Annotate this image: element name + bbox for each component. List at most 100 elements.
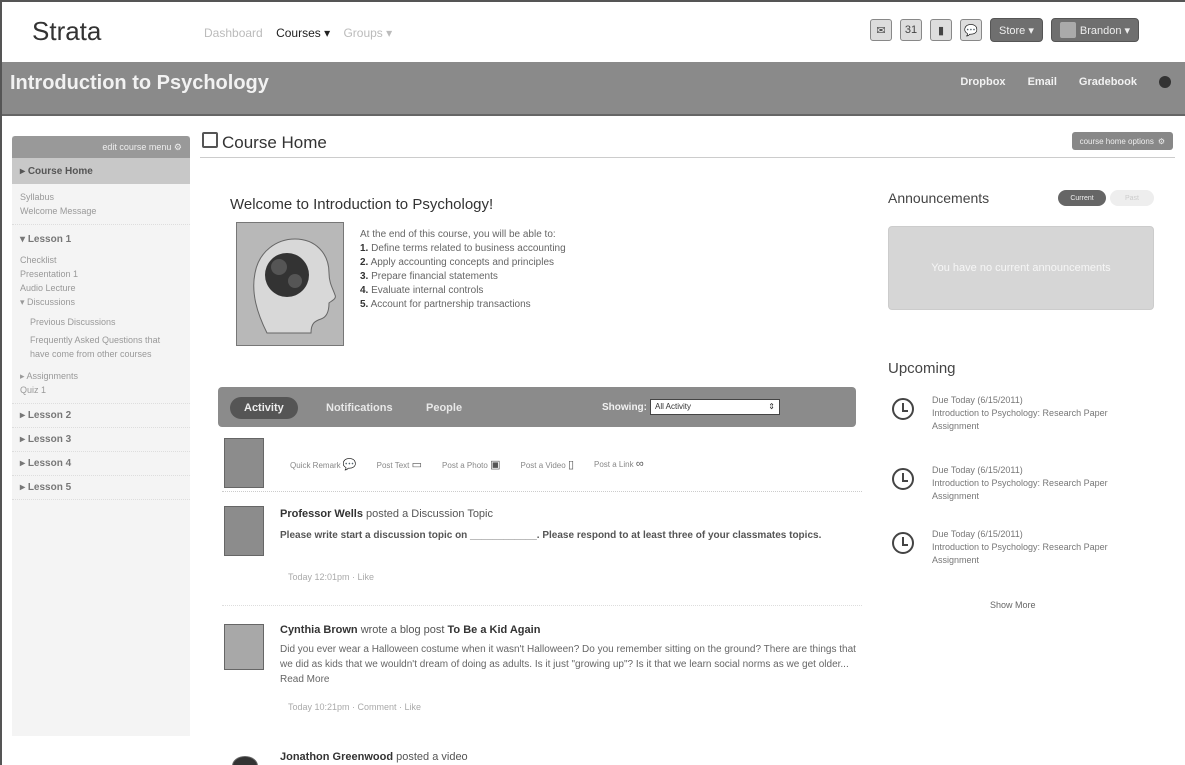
sidebar-item-lesson-4[interactable]: ▸ Lesson 4 [12,452,190,476]
clock-icon [892,532,914,554]
tab-notifications[interactable]: Notifications [326,402,393,414]
feed-action: posted a Discussion Topic [366,508,493,520]
quick-remark-button[interactable]: Quick Remark 💬 [290,458,357,471]
user-name: Brandon ▾ [1079,24,1131,37]
top-nav: Dashboard Courses ▾ Groups ▾ [204,26,402,40]
lesson-label: Lesson 4 [27,458,72,469]
lesson-label: Lesson 3 [27,434,72,445]
sidebar-item-lesson-2[interactable]: ▸ Lesson 2 [12,404,190,428]
feed-author[interactable]: Professor Wells [280,508,363,520]
sidebar-item-previous-discussions[interactable]: Previous Discussions [20,315,190,329]
sidebar-item-welcome[interactable]: Welcome Message [20,204,190,218]
feed-body: Please write start a discussion topic on… [280,530,822,541]
tab-people[interactable]: People [426,402,462,414]
sidebar-item-syllabus[interactable]: Syllabus [20,190,190,204]
post-video-button[interactable]: Post a Video ▯ [520,458,574,471]
sidebar-item-faq[interactable]: Frequently Asked Questions that have com… [20,333,180,361]
objectives-intro: At the end of this course, you will be a… [360,229,556,240]
sidebar-item-presentation[interactable]: Presentation 1 [20,267,190,281]
sidebar-item-lesson-5[interactable]: ▸ Lesson 5 [12,476,190,500]
messages-icon[interactable]: ✉ [870,19,892,41]
feed-headline: Jonathon Greenwood posted a video [280,751,468,763]
gear-icon[interactable] [1159,76,1171,88]
upcoming-item[interactable]: Due Today (6/15/2011) Introduction to Ps… [892,528,1152,572]
sidebar-item-label: Course Home [27,166,93,177]
document-icon: ▭ [411,459,423,471]
nav-courses[interactable]: Courses ▾ [276,26,330,40]
objective-text: Prepare financial statements [371,271,498,282]
post-text-button[interactable]: Post Text ▭ [377,458,422,471]
top-icons: ✉ 31 ▮ 💬 Store ▾ Brandon ▾ [870,18,1140,42]
email-link[interactable]: Email [1028,76,1057,88]
sidebar-item-checklist[interactable]: Checklist [20,253,190,267]
nav-dashboard[interactable]: Dashboard [204,26,263,40]
current-toggle[interactable]: Current [1058,190,1106,206]
feed-post-link[interactable]: To Be a Kid Again [448,624,541,636]
feed-meta[interactable]: Today 12:01pm · Like [288,572,374,582]
feed-meta[interactable]: Today 10:21pm · Comment · Like [288,702,421,712]
photo-icon: ▣ [490,459,501,471]
edit-course-menu-button[interactable]: edit course menu ⚙ [12,136,190,158]
due-date: (6/15/2011) [977,465,1023,475]
top-bar: Strata Dashboard Courses ▾ Groups ▾ ✉ 31… [2,2,1185,62]
speech-bubble-icon: 💬 [342,459,357,471]
past-toggle[interactable]: Past [1110,190,1154,206]
sidebar-item-assignments[interactable]: ▸ Assignments [20,369,190,383]
objective-text: Evaluate internal controls [371,285,484,296]
course-header: Introduction to Psychology Dropbox Email… [2,62,1185,116]
store-button[interactable]: Store ▾ [990,18,1043,42]
avatar [224,624,264,670]
sidebar-item-quiz[interactable]: Quiz 1 [20,383,190,397]
sidebar-item-lesson-3[interactable]: ▸ Lesson 3 [12,428,190,452]
brand-logo[interactable]: Strata [32,16,101,47]
feed-item: Professor Wells posted a Discussion Topi… [222,506,862,606]
options-label: course home options [1079,136,1154,146]
lesson-label: Lesson 5 [27,482,72,493]
user-menu-button[interactable]: Brandon ▾ [1050,18,1140,42]
gradebook-link[interactable]: Gradebook [1079,76,1137,88]
objective-item: 3. Prepare financial statements [360,270,566,284]
objective-item: 2. Apply accounting concepts and princip… [360,256,566,270]
objective-number: 4. [360,285,369,296]
post-link-button[interactable]: Post a Link ∞ [594,458,644,471]
objective-item: 5. Account for partnership transactions [360,298,566,312]
clock-icon [892,398,914,420]
library-icon[interactable]: ▮ [930,19,952,41]
course-home-options-button[interactable]: course home options ⚙ [1071,132,1173,150]
sidebar-item-discussions[interactable]: ▾ Discussions [20,295,190,309]
due-label: Due Today [932,395,975,405]
sidebar-item-lesson-1[interactable]: ▾ Lesson 1 [20,231,190,249]
feed-author[interactable]: Jonathon Greenwood [280,751,393,763]
chat-icon[interactable]: 💬 [960,19,982,41]
feed-author[interactable]: Cynthia Brown [280,624,358,636]
course-menu: edit course menu ⚙ ▸ Course Home Syllabu… [12,136,190,736]
dropbox-link[interactable]: Dropbox [960,76,1005,88]
post-actions: Quick Remark 💬 Post Text ▭ Post a Photo … [290,458,644,471]
objective-number: 2. [360,257,369,268]
post-photo-button[interactable]: Post a Photo ▣ [442,458,500,471]
feed-item: Cynthia Brown wrote a blog post To Be a … [222,622,862,722]
clock-icon [892,468,914,490]
upcoming-title: Upcoming [888,360,956,377]
showing-value: All Activity [655,402,692,411]
tab-activity[interactable]: Activity [230,397,298,419]
upcoming-item[interactable]: Due Today (6/15/2011) Introduction to Ps… [892,394,1152,438]
upcoming-item[interactable]: Due Today (6/15/2011) Introduction to Ps… [892,464,1152,508]
head-silhouette-icon [237,223,343,345]
objective-number: 1. [360,243,369,254]
upcoming-item-title: Introduction to Psychology: Research Pap… [932,408,1108,431]
sidebar-item-audio[interactable]: Audio Lecture [20,281,190,295]
upcoming-item-title: Introduction to Psychology: Research Pap… [932,542,1108,565]
calendar-icon[interactable]: 31 [900,19,922,41]
objective-item: 4. Evaluate internal controls [360,284,566,298]
discussions-label: Discussions [27,297,76,307]
show-more-link[interactable]: Show More [990,600,1036,610]
nav-groups[interactable]: Groups ▾ [343,26,392,40]
sidebar-item-course-home[interactable]: ▸ Course Home [12,158,190,184]
home-icon [202,132,218,148]
activity-bar: Activity Notifications People Showing: A… [218,387,856,427]
feed-body: Did you ever wear a Halloween costume wh… [280,644,856,685]
due-label: Due Today [932,529,975,539]
course-links: Dropbox Email Gradebook [960,76,1171,88]
showing-select[interactable]: All Activity ⇕ [650,399,780,415]
